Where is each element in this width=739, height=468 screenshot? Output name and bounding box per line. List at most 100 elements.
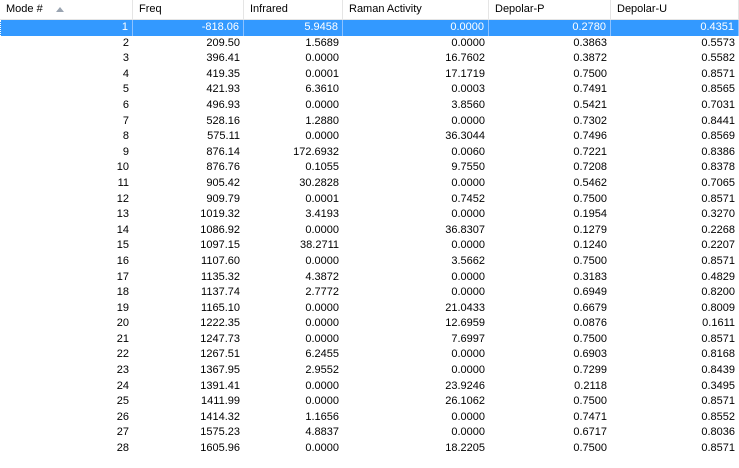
raman-activity-cell: 0.0000: [451, 410, 485, 423]
table-row[interactable]: 13 1019.32 3.4193 0.0000 0.1954 0.3270: [0, 207, 739, 223]
column-header-raman-activity[interactable]: Raman Activity: [343, 0, 489, 19]
infrared-cell: 5.9458: [244, 20, 343, 36]
table-row[interactable]: 26 1414.32 1.1656 0.0000 0.7471 0.8552: [0, 410, 739, 426]
mode-cell: 19: [116, 301, 129, 314]
table-row[interactable]: 27 1575.23 4.8837 0.0000 0.6717 0.8036: [0, 425, 739, 441]
mode-cell: 23: [116, 364, 129, 377]
depolar-u-cell: 0.2207: [701, 239, 735, 252]
table-row[interactable]: 21 1247.73 0.0000 7.6997 0.7500 0.8571: [0, 332, 739, 348]
table-row[interactable]: 28 1605.96 0.0000 18.2205 0.7500 0.8571: [0, 441, 739, 457]
column-header-label: Freq: [139, 3, 162, 15]
table-row[interactable]: 12 909.79 0.0001 0.7452 0.7500 0.8571: [0, 192, 739, 208]
table-row[interactable]: 10 876.76 0.1055 9.7550 0.7208 0.8378: [0, 160, 739, 176]
infrared-cell: 0.0000: [305, 254, 339, 267]
mode-cell: 27: [116, 426, 129, 439]
table-row[interactable]: 22 1267.51 6.2455 0.0000 0.6903 0.8168: [0, 347, 739, 363]
mode-cell: 20: [116, 317, 129, 330]
freq-cell: 876.76: [206, 161, 240, 174]
depolar-p-cell: 0.7500: [573, 67, 607, 80]
depolar-p-cell: 0.7302: [573, 114, 607, 127]
sort-ascending-icon: [56, 7, 64, 12]
freq-cell: 1367.95: [200, 364, 240, 377]
table-row[interactable]: 8 575.11 0.0000 36.3044 0.7496 0.8569: [0, 129, 739, 145]
depolar-u-cell: 0.8565: [701, 83, 735, 96]
depolar-u-cell: 0.8569: [701, 130, 735, 143]
table-row[interactable]: 16 1107.60 0.0000 3.5662 0.7500 0.8571: [0, 254, 739, 270]
table-row[interactable]: 20 1222.35 0.0000 12.6959 0.0876 0.1611: [0, 316, 739, 332]
table-row[interactable]: 6 496.93 0.0000 3.8560 0.5421 0.7031: [0, 98, 739, 114]
mode-cell: 6: [122, 98, 129, 111]
raman-activity-cell: 26.1062: [445, 395, 485, 408]
infrared-cell: 0.0001: [305, 192, 339, 205]
column-header-freq[interactable]: Freq: [133, 0, 244, 19]
freq-cell: -818.06: [133, 20, 244, 36]
infrared-cell: 0.0000: [305, 395, 339, 408]
freq-cell: 1019.32: [200, 208, 240, 221]
table-row[interactable]: 25 1411.99 0.0000 26.1062 0.7500 0.8571: [0, 394, 739, 410]
depolar-u-cell: 0.8571: [701, 442, 735, 455]
table-row[interactable]: 23 1367.95 2.9552 0.0000 0.7299 0.8439: [0, 363, 739, 379]
table-row[interactable]: 15 1097.15 38.2711 0.0000 0.1240 0.2207: [0, 238, 739, 254]
mode-cell: 22: [116, 348, 129, 361]
mode-cell: 13: [116, 208, 129, 221]
table-row[interactable]: 9 876.14 172.6932 0.0060 0.7221 0.8386: [0, 145, 739, 161]
depolar-p-cell: 0.5462: [573, 176, 607, 189]
depolar-p-cell: 0.7221: [573, 145, 607, 158]
mode-cell: 3: [122, 52, 129, 65]
raman-activity-cell: 0.0000: [451, 36, 485, 49]
column-header-mode[interactable]: Mode #: [0, 0, 133, 19]
depolar-u-cell: 0.8571: [701, 67, 735, 80]
table-row[interactable]: 4 419.35 0.0001 17.1719 0.7500 0.8571: [0, 67, 739, 83]
table-row[interactable]: 2 209.50 1.5689 0.0000 0.3863 0.5573: [0, 36, 739, 52]
depolar-p-cell: 0.1240: [573, 239, 607, 252]
freq-cell: 396.41: [206, 52, 240, 65]
depolar-p-cell: 0.3863: [573, 36, 607, 49]
depolar-p-cell: 0.7491: [573, 83, 607, 96]
infrared-cell: 0.0000: [305, 98, 339, 111]
table-row-selected[interactable]: 1 -818.06 5.9458 0.0000 0.2780 0.4351: [0, 20, 739, 36]
depolar-u-cell: 0.4351: [611, 20, 739, 36]
depolar-u-cell: 0.5573: [701, 36, 735, 49]
depolar-p-cell: 0.7496: [573, 130, 607, 143]
mode-cell: 16: [116, 254, 129, 267]
table-row[interactable]: 17 1135.32 4.3872 0.0000 0.3183 0.4829: [0, 270, 739, 286]
table-row[interactable]: 5 421.93 6.3610 0.0003 0.7491 0.8565: [0, 82, 739, 98]
depolar-u-cell: 0.4829: [701, 270, 735, 283]
mode-cell: 15: [116, 239, 129, 252]
table-row[interactable]: 7 528.16 1.2880 0.0000 0.7302 0.8441: [0, 114, 739, 130]
raman-activity-cell: 7.6997: [451, 332, 485, 345]
raman-activity-cell: 3.8560: [451, 98, 485, 111]
infrared-cell: 4.3872: [305, 270, 339, 283]
raman-activity-cell: 0.0000: [451, 426, 485, 439]
table-row[interactable]: 11 905.42 30.2828 0.0000 0.5462 0.7065: [0, 176, 739, 192]
depolar-u-cell: 0.7065: [701, 176, 735, 189]
table-row[interactable]: 24 1391.41 0.0000 23.9246 0.2118 0.3495: [0, 379, 739, 395]
column-header-depolar-u[interactable]: Depolar-U: [611, 0, 739, 19]
depolar-p-cell: 0.1954: [573, 208, 607, 221]
freq-cell: 1575.23: [200, 426, 240, 439]
raman-activity-cell: 0.0000: [343, 20, 489, 36]
freq-cell: 1247.73: [200, 332, 240, 345]
raman-activity-cell: 17.1719: [445, 67, 485, 80]
freq-cell: 209.50: [206, 36, 240, 49]
infrared-cell: 6.2455: [305, 348, 339, 361]
depolar-p-cell: 0.7471: [573, 410, 607, 423]
table-row[interactable]: 18 1137.74 2.7772 0.0000 0.6949 0.8200: [0, 285, 739, 301]
infrared-cell: 0.1055: [305, 161, 339, 174]
infrared-cell: 3.4193: [305, 208, 339, 221]
column-header-depolar-p[interactable]: Depolar-P: [489, 0, 611, 19]
table-row[interactable]: 19 1165.10 0.0000 21.0433 0.6679 0.8009: [0, 301, 739, 317]
table-row[interactable]: 14 1086.92 0.0000 36.8307 0.1279 0.2268: [0, 223, 739, 239]
column-header-infrared[interactable]: Infrared: [244, 0, 343, 19]
depolar-p-cell: 0.1279: [573, 223, 607, 236]
table-row[interactable]: 3 396.41 0.0000 16.7602 0.3872 0.5582: [0, 51, 739, 67]
depolar-p-cell: 0.7299: [573, 364, 607, 377]
raman-activity-cell: 0.0000: [451, 239, 485, 252]
raman-activity-cell: 16.7602: [445, 52, 485, 65]
mode-cell: 9: [122, 145, 129, 158]
depolar-p-cell: 0.7500: [573, 254, 607, 267]
freq-cell: 905.42: [206, 176, 240, 189]
mode-cell: 11: [117, 176, 129, 189]
mode-cell: 8: [122, 130, 129, 143]
column-header-label: Raman Activity: [349, 3, 422, 15]
